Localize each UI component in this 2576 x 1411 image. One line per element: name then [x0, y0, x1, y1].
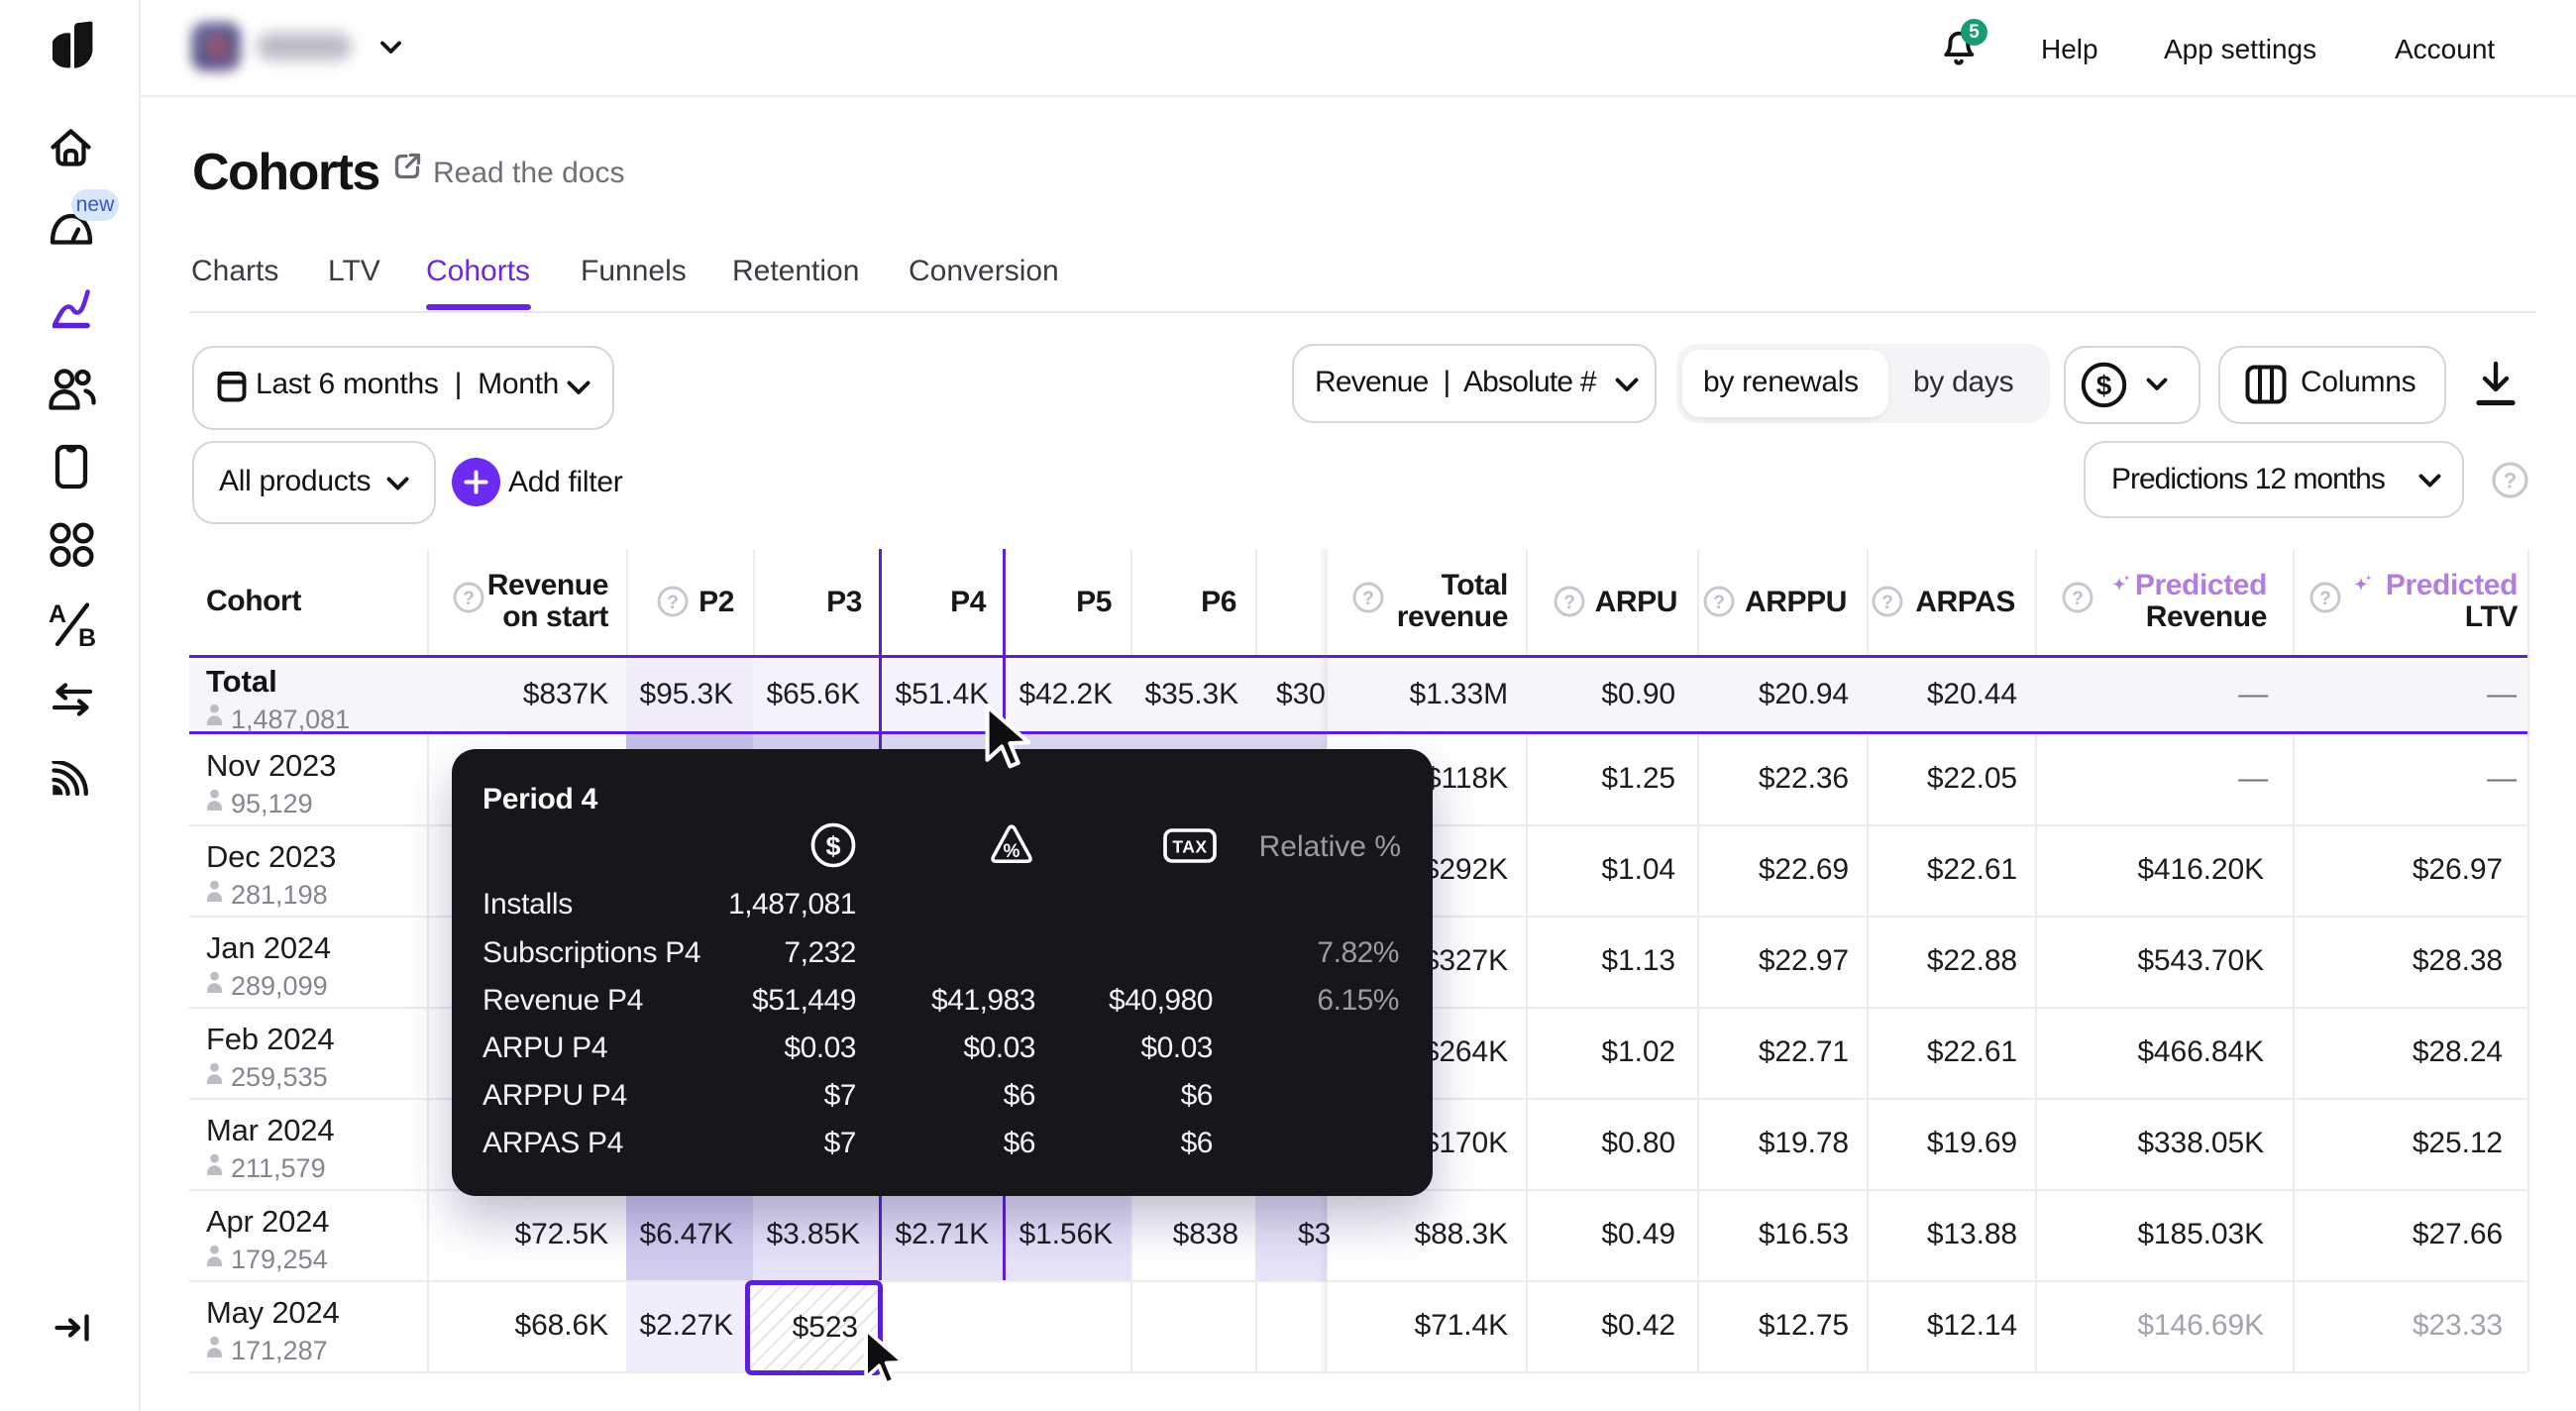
svg-text:?: ?	[1881, 593, 1893, 613]
svg-text:A: A	[49, 602, 66, 628]
svg-text:$: $	[2096, 371, 2112, 401]
svg-text:$: $	[825, 831, 840, 861]
svg-text:?: ?	[1362, 589, 1374, 609]
svg-text:?: ?	[667, 593, 679, 613]
svg-text:?: ?	[2072, 589, 2084, 609]
svg-text:?: ?	[2319, 589, 2331, 609]
svg-text:%: %	[1004, 841, 1020, 862]
svg-text:?: ?	[1563, 593, 1575, 613]
svg-text:?: ?	[2504, 469, 2517, 493]
svg-text:?: ?	[1713, 593, 1725, 613]
svg-text:?: ?	[463, 589, 475, 609]
svg-text:B: B	[78, 624, 96, 647]
